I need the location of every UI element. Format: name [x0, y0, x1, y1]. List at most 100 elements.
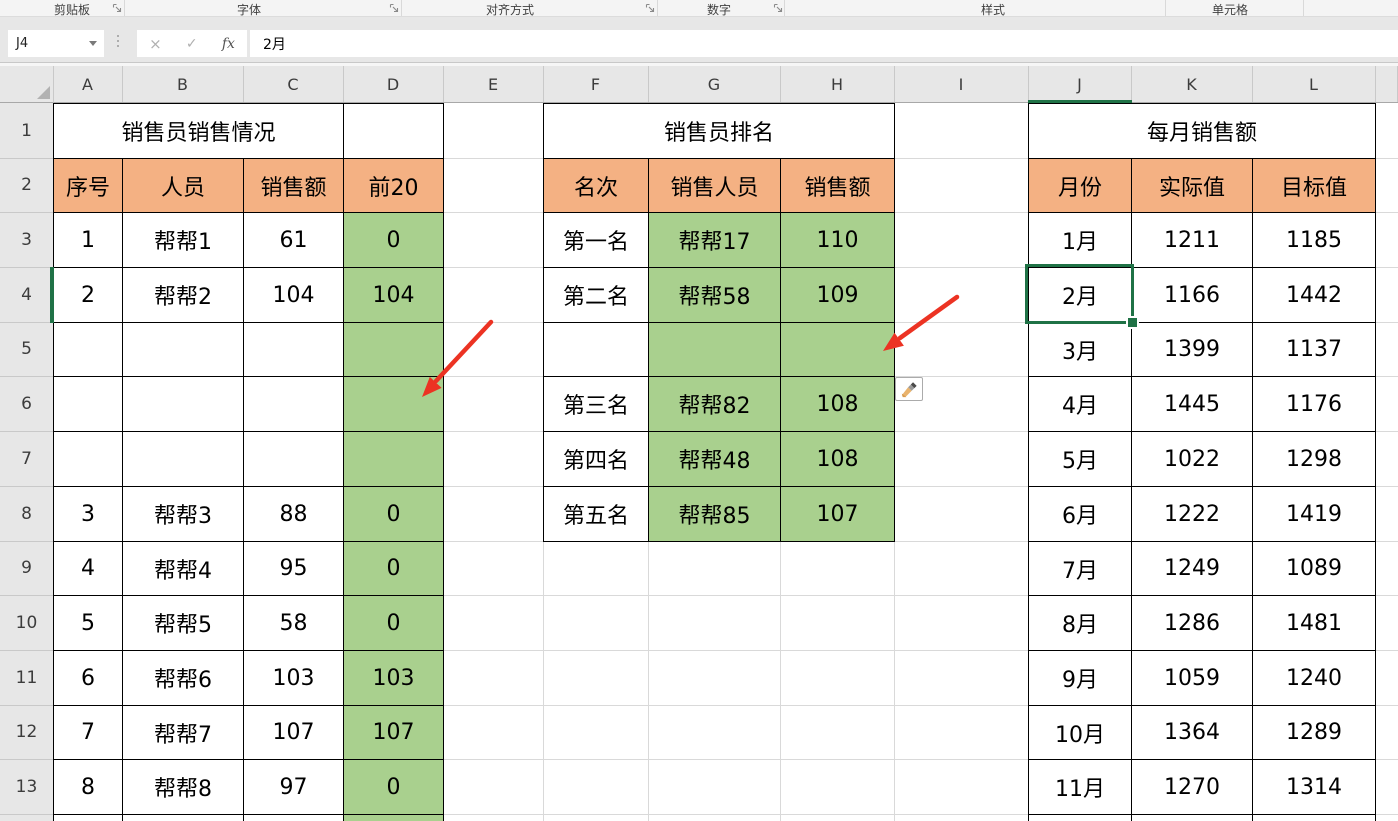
- row-header-9[interactable]: 9: [0, 541, 53, 596]
- cell[interactable]: [243, 814, 344, 821]
- cell[interactable]: [53, 376, 123, 432]
- cell[interactable]: 6月: [1028, 486, 1132, 542]
- cell[interactable]: 1399: [1131, 322, 1253, 377]
- cell[interactable]: [343, 814, 444, 821]
- cell[interactable]: 第二名: [543, 267, 649, 323]
- cell[interactable]: 108: [780, 376, 895, 432]
- cell[interactable]: 1月: [1028, 212, 1132, 268]
- cell[interactable]: 帮帮58: [648, 267, 781, 323]
- paste-options-button[interactable]: [895, 377, 923, 401]
- cell[interactable]: [122, 322, 244, 377]
- insert-function-icon[interactable]: fx: [222, 36, 235, 52]
- cell[interactable]: 103: [243, 650, 344, 706]
- column-header-g[interactable]: G: [648, 66, 781, 102]
- cell[interactable]: 5月: [1028, 431, 1132, 487]
- cell[interactable]: 第三名: [543, 376, 649, 432]
- column-header-j[interactable]: J: [1028, 66, 1132, 102]
- header-cell[interactable]: 月份: [1028, 158, 1132, 213]
- cell[interactable]: 104: [243, 267, 344, 323]
- column-header-f[interactable]: F: [543, 66, 649, 102]
- row-header-4[interactable]: 4: [0, 267, 53, 323]
- cell[interactable]: 0: [343, 759, 444, 815]
- header-cell[interactable]: 人员: [122, 158, 244, 213]
- cell[interactable]: [53, 814, 123, 821]
- cell[interactable]: 0: [343, 486, 444, 542]
- cell[interactable]: [648, 322, 781, 377]
- cell[interactable]: 帮帮5: [122, 595, 244, 651]
- row-header-2[interactable]: 2: [0, 158, 53, 213]
- column-header-c[interactable]: C: [243, 66, 344, 102]
- cell[interactable]: 0: [343, 595, 444, 651]
- cell[interactable]: 帮帮7: [122, 705, 244, 760]
- cell[interactable]: 1089: [1252, 541, 1376, 596]
- selected-cell-outline[interactable]: [1025, 264, 1134, 324]
- cell[interactable]: [243, 376, 344, 432]
- dialog-launcher-icon[interactable]: [773, 3, 783, 13]
- header-cell[interactable]: 销售额: [780, 158, 895, 213]
- chevron-down-icon[interactable]: [89, 41, 97, 46]
- table-title[interactable]: 销售员排名: [543, 103, 895, 159]
- cell[interactable]: 107: [780, 486, 895, 542]
- cell[interactable]: 8月: [1028, 595, 1132, 651]
- cell[interactable]: 1240: [1252, 650, 1376, 706]
- column-header-h[interactable]: H: [780, 66, 895, 102]
- cell[interactable]: 3月: [1028, 322, 1132, 377]
- row-header-3[interactable]: 3: [0, 212, 53, 268]
- cancel-icon[interactable]: ×: [149, 35, 162, 53]
- cell[interactable]: 1289: [1252, 705, 1376, 760]
- cell[interactable]: [122, 376, 244, 432]
- cell[interactable]: 1211: [1131, 212, 1253, 268]
- table-title[interactable]: 销售员销售情况: [53, 103, 344, 159]
- cell[interactable]: 第一名: [543, 212, 649, 268]
- column-header-k[interactable]: K: [1131, 66, 1253, 102]
- row-header-12[interactable]: 12: [0, 705, 53, 760]
- header-cell[interactable]: 实际值: [1131, 158, 1253, 213]
- cell[interactable]: 6: [53, 650, 123, 706]
- cell[interactable]: [780, 322, 895, 377]
- cell[interactable]: 帮帮6: [122, 650, 244, 706]
- column-header-partial[interactable]: [1375, 66, 1398, 102]
- row-header-5[interactable]: 5: [0, 322, 53, 377]
- cell[interactable]: 第五名: [543, 486, 649, 542]
- row-header-1[interactable]: 1: [0, 103, 53, 159]
- cell[interactable]: [343, 376, 444, 432]
- cell[interactable]: 1442: [1252, 267, 1376, 323]
- row-header-7[interactable]: 7: [0, 431, 53, 487]
- header-cell[interactable]: 销售人员: [648, 158, 781, 213]
- cell[interactable]: 1419: [1252, 486, 1376, 542]
- cell[interactable]: 帮帮2: [122, 267, 244, 323]
- cell[interactable]: 109: [780, 267, 895, 323]
- cell[interactable]: 10月: [1028, 705, 1132, 760]
- header-cell[interactable]: 销售额: [243, 158, 344, 213]
- cell[interactable]: 58: [243, 595, 344, 651]
- header-cell[interactable]: 序号: [53, 158, 123, 213]
- cell[interactable]: 1137: [1252, 322, 1376, 377]
- cell[interactable]: 107: [343, 705, 444, 760]
- cell[interactable]: 104: [343, 267, 444, 323]
- cell[interactable]: 帮帮8: [122, 759, 244, 815]
- cell[interactable]: 1166: [1131, 267, 1253, 323]
- cell[interactable]: 11月: [1028, 759, 1132, 815]
- row-header-8[interactable]: 8: [0, 486, 53, 542]
- cell[interactable]: 1481: [1252, 595, 1376, 651]
- cell[interactable]: [343, 431, 444, 487]
- cell[interactable]: 3: [53, 486, 123, 542]
- cell[interactable]: 4: [53, 541, 123, 596]
- cell[interactable]: 帮帮3: [122, 486, 244, 542]
- dialog-launcher-icon[interactable]: [112, 3, 122, 13]
- dialog-launcher-icon[interactable]: [389, 3, 399, 13]
- cell[interactable]: 1185: [1252, 212, 1376, 268]
- header-cell[interactable]: 目标值: [1252, 158, 1376, 213]
- cell[interactable]: 1270: [1131, 759, 1253, 815]
- row-header-13[interactable]: 13: [0, 759, 53, 815]
- cell[interactable]: [1252, 814, 1376, 821]
- column-header-l[interactable]: L: [1252, 66, 1376, 102]
- cell[interactable]: 0: [343, 541, 444, 596]
- row-header-10[interactable]: 10: [0, 595, 53, 651]
- cell[interactable]: 1286: [1131, 595, 1253, 651]
- cell[interactable]: 61: [243, 212, 344, 268]
- cell[interactable]: 107: [243, 705, 344, 760]
- cell[interactable]: 97: [243, 759, 344, 815]
- cell[interactable]: 1314: [1252, 759, 1376, 815]
- row-header-11[interactable]: 11: [0, 650, 53, 706]
